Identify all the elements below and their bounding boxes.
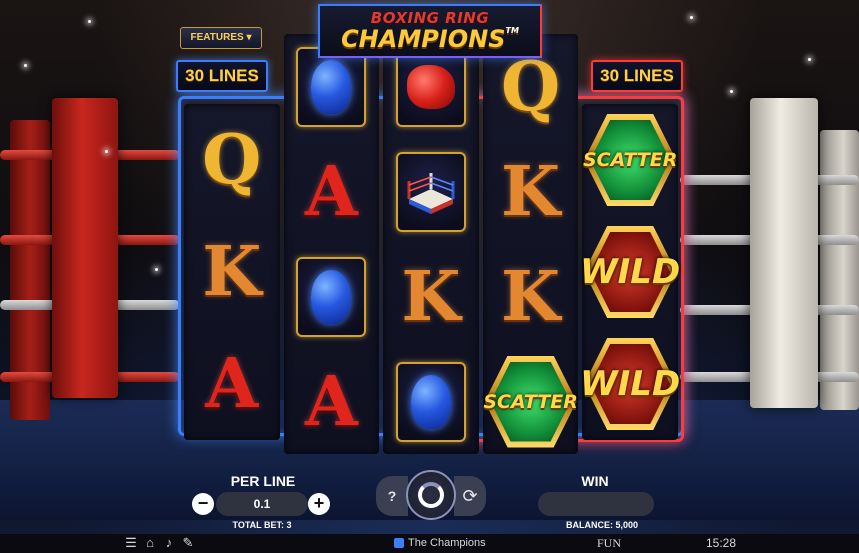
symbol-a: A <box>205 344 259 424</box>
win-value <box>538 492 654 516</box>
features-button[interactable]: FEATURES ▾ <box>180 27 262 49</box>
symbol-boxing-ring <box>387 144 475 240</box>
trademark: TM <box>505 26 519 35</box>
per-line-value: 0.1 <box>216 492 308 516</box>
wild-text: WILD <box>580 252 681 292</box>
logo-title: CHAMPIONSTM <box>320 25 540 53</box>
wild-text: WILD <box>580 364 681 404</box>
spark <box>730 90 733 93</box>
reel-1: Q K A <box>184 104 280 440</box>
status-bar: ☰ ⌂ ♪ ✎ The Champions FUN 15:28 <box>0 534 859 553</box>
symbol-a: A <box>305 361 358 442</box>
control-bar: PER LINE − 0.1 + TOTAL BET: 3 ? ⟳ WIN BA… <box>0 466 859 534</box>
lines-label-right: 30 LINES <box>591 60 683 92</box>
turbo-icon[interactable]: ✎ <box>181 535 195 551</box>
decrease-bet-button[interactable]: − <box>192 493 214 515</box>
boxing-ring-icon <box>407 172 455 214</box>
white-corner-post-far <box>820 130 859 410</box>
game-name-text: The Champions <box>408 537 486 549</box>
symbol-a: A <box>305 151 358 232</box>
symbol-scatter: SCATTER <box>483 354 578 450</box>
autoplay-button[interactable]: ⟳ <box>454 476 486 516</box>
blue-pad-icon <box>311 59 352 114</box>
spin-button[interactable] <box>406 470 456 520</box>
provider-logo-icon <box>394 538 404 548</box>
spark <box>88 20 91 23</box>
per-line-label: PER LINE <box>230 473 296 489</box>
red-glove-frame <box>395 46 466 127</box>
symbol-k: K <box>501 151 561 232</box>
blue-pad-frame <box>296 46 367 127</box>
increase-bet-button[interactable]: + <box>308 493 330 515</box>
blue-pad-icon <box>410 374 451 429</box>
help-button[interactable]: ? <box>376 476 408 516</box>
spark <box>808 58 811 61</box>
game-name: The Champions <box>394 537 486 549</box>
total-bet: TOTAL BET: 3 <box>232 520 292 530</box>
reel-4: Q K K SCATTER <box>482 34 579 454</box>
game-logo: BOXING RING CHAMPIONSTM <box>318 4 542 58</box>
blue-pad-frame <box>296 256 367 337</box>
scatter-text: SCATTER <box>483 390 578 413</box>
red-corner-post <box>52 98 118 398</box>
symbol-k: K <box>401 256 461 337</box>
reel-3: K <box>383 34 479 454</box>
spin-icon <box>418 482 444 508</box>
reel-grid: Q K A A A K Q K K SCATTER SCATTER WILD W… <box>184 34 680 454</box>
boxing-glove-icon <box>406 64 455 109</box>
logo-title-text: CHAMPIONS <box>341 25 506 53</box>
symbol-wild: WILD <box>580 336 680 432</box>
symbol-k: K <box>501 256 561 337</box>
reel-2: A A <box>283 34 380 454</box>
blue-pad-icon <box>311 269 352 324</box>
play-mode: FUN <box>597 536 622 550</box>
spark <box>690 16 693 19</box>
home-icon[interactable]: ⌂ <box>143 535 157 551</box>
white-corner-post <box>750 98 818 408</box>
symbol-wild: WILD <box>580 224 680 320</box>
spark <box>155 268 158 271</box>
symbol-blue-pad <box>387 354 475 450</box>
boxing-ring-frame <box>395 151 466 232</box>
clock: 15:28 <box>706 536 737 550</box>
symbol-blue-pad <box>287 249 375 345</box>
status-icons: ☰ ⌂ ♪ ✎ <box>124 535 195 551</box>
blue-pad-frame <box>395 361 466 442</box>
win-label: WIN <box>581 473 609 489</box>
scatter-text: SCATTER <box>582 149 678 171</box>
symbol-k: K <box>202 232 262 312</box>
spark <box>105 150 108 153</box>
menu-icon[interactable]: ☰ <box>124 535 138 551</box>
symbol-scatter: SCATTER <box>583 112 677 208</box>
spark <box>24 64 27 67</box>
reel-5: SCATTER WILD WILD <box>580 104 680 440</box>
balance: BALANCE: 5,000 <box>565 520 639 530</box>
lines-label-left: 30 LINES <box>176 60 268 92</box>
sound-icon[interactable]: ♪ <box>162 535 176 551</box>
symbol-q: Q <box>202 120 262 200</box>
